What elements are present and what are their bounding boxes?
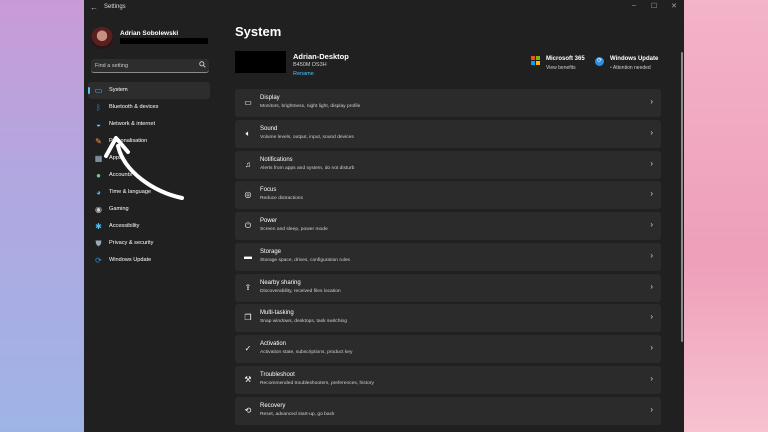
microsoft-logo-icon xyxy=(531,56,540,65)
shield-icon: ⛊ xyxy=(95,239,102,248)
chevron-right-icon: › xyxy=(650,127,653,137)
card-storage[interactable]: ▬ Storage Storage space, drives, configura… xyxy=(235,242,661,271)
chevron-right-icon: › xyxy=(650,250,653,260)
wrench-icon: ⚒ xyxy=(244,374,252,384)
card-title: Nearby sharing xyxy=(260,279,301,286)
sidebar-item-windows-update[interactable]: ⟳ Windows Update xyxy=(88,252,210,269)
device-image xyxy=(235,51,286,73)
card-sound[interactable]: 🔈︎ Sound Volume levels, output, input, sou… xyxy=(235,119,661,148)
check-circle-icon: ✓ xyxy=(244,344,252,353)
chevron-right-icon: › xyxy=(650,189,653,199)
storage-icon: ▬ xyxy=(244,251,252,261)
share-icon: ⇪ xyxy=(244,282,252,292)
card-subtitle: Snap windows, desktops, task switching xyxy=(260,319,347,325)
card-title: Multi-tasking xyxy=(260,310,294,317)
bell-icon: ♫ xyxy=(245,159,251,169)
maximize-icon[interactable]: ☐ xyxy=(647,2,661,10)
annotation-arrow-icon xyxy=(104,136,184,200)
card-title: Recovery xyxy=(260,402,286,409)
main-content: System Adrian-Desktop B450M DS3H Rename … xyxy=(227,16,684,432)
card-title: Troubleshoot xyxy=(260,371,295,378)
chevron-right-icon: › xyxy=(650,158,653,168)
card-subtitle: Monitors, brightness, night light, displ… xyxy=(260,104,361,109)
desktop-wallpaper-left xyxy=(0,0,84,432)
card-multi-tasking[interactable]: ❐ Multi-tasking Snap windows, desktops, ta… xyxy=(235,304,661,333)
windows-update-subtitle: • Attention needed xyxy=(610,65,651,71)
card-title: Notifications xyxy=(260,156,293,163)
windows-update-title: Windows Update xyxy=(610,56,659,62)
card-subtitle: Discoverability, received files location xyxy=(260,288,341,294)
settings-cards: ▭ Display Monitors, brightness, night ligh… xyxy=(235,89,661,427)
page-title: System xyxy=(235,24,282,39)
card-subtitle: Reset, advanced start-up, go back xyxy=(260,411,335,417)
windows-update-icon: ⟳ xyxy=(595,57,604,66)
card-subtitle: Reduce distractions xyxy=(260,196,303,202)
card-power[interactable]: ⏻ Power Screen and sleep, power mode › xyxy=(235,212,661,240)
card-title: Power xyxy=(260,218,278,224)
card-focus[interactable]: ◎ Focus Reduce distractions › xyxy=(235,181,661,210)
card-title: Focus xyxy=(260,187,277,194)
card-nearby-sharing[interactable]: ⇪ Nearby sharing Discoverability, received… xyxy=(235,273,661,302)
device-name: Adrian-Desktop xyxy=(293,52,349,61)
card-title: Sound xyxy=(260,125,278,132)
microsoft-365-subtitle: View benefits xyxy=(546,65,576,71)
card-subtitle: Volume levels, output, input, sound devi… xyxy=(260,134,354,140)
sidebar-item-label: Privacy & security xyxy=(109,240,154,246)
chevron-right-icon: › xyxy=(650,97,653,106)
chevron-right-icon: › xyxy=(650,220,653,229)
card-troubleshoot[interactable]: ⚒ Troubleshoot Recommended troubleshooters… xyxy=(235,365,661,394)
speaker-icon: 🔈︎ xyxy=(245,128,251,138)
chevron-right-icon: › xyxy=(650,343,653,352)
card-subtitle: Activation state, subscriptions, product… xyxy=(260,350,353,355)
accessibility-icon: ✱ xyxy=(95,222,102,231)
sidebar-item-label: Accessibility xyxy=(109,223,140,229)
focus-icon: ◎ xyxy=(244,190,252,200)
card-title: Activation xyxy=(260,341,287,347)
sidebar-item-label: Windows Update xyxy=(109,257,152,263)
card-subtitle: Storage space, drives, configuration rul… xyxy=(260,257,350,263)
card-subtitle: Screen and sleep, power mode xyxy=(260,227,328,232)
close-icon[interactable]: ✕ xyxy=(667,2,681,10)
card-display[interactable]: ▭ Display Monitors, brightness, night ligh… xyxy=(235,89,661,117)
minimize-icon[interactable]: – xyxy=(627,2,641,9)
chevron-right-icon: › xyxy=(650,373,653,383)
multitask-icon: ❐ xyxy=(244,313,252,323)
update-icon: ⟳ xyxy=(95,256,102,265)
chevron-right-icon: › xyxy=(650,281,653,291)
settings-window: ← Settings – ☐ ✕ Adrian Sobolewski Find … xyxy=(84,0,684,432)
scrollbar[interactable] xyxy=(681,52,683,342)
sidebar-item-accessibility[interactable]: ✱ Accessibility xyxy=(88,218,210,235)
chevron-right-icon: › xyxy=(650,404,653,414)
card-subtitle: Alerts from apps and system, do not dist… xyxy=(260,165,355,171)
display-icon: ▭ xyxy=(244,98,252,107)
desktop-wallpaper-right xyxy=(684,0,768,432)
card-activation[interactable]: ✓ Activation Activation state, subscriptio… xyxy=(235,335,661,363)
power-icon: ⏻ xyxy=(244,221,252,230)
recovery-icon: ⟲ xyxy=(244,405,252,415)
card-notifications[interactable]: ♫ Notifications Alerts from apps and syste… xyxy=(235,150,661,179)
microsoft-365-title: Microsoft 365 xyxy=(546,56,585,62)
card-title: Display xyxy=(260,95,280,101)
rename-link[interactable]: Rename xyxy=(293,71,314,77)
sidebar-item-privacy-security[interactable]: ⛊ Privacy & security xyxy=(88,235,210,252)
card-recovery[interactable]: ⟲ Recovery Reset, advanced start-up, go ba… xyxy=(235,396,661,425)
card-title: Storage xyxy=(260,248,282,255)
device-model: B450M DS3H xyxy=(293,62,327,68)
card-subtitle: Recommended troubleshooters, preferences… xyxy=(260,380,374,386)
chevron-right-icon: › xyxy=(650,312,653,322)
